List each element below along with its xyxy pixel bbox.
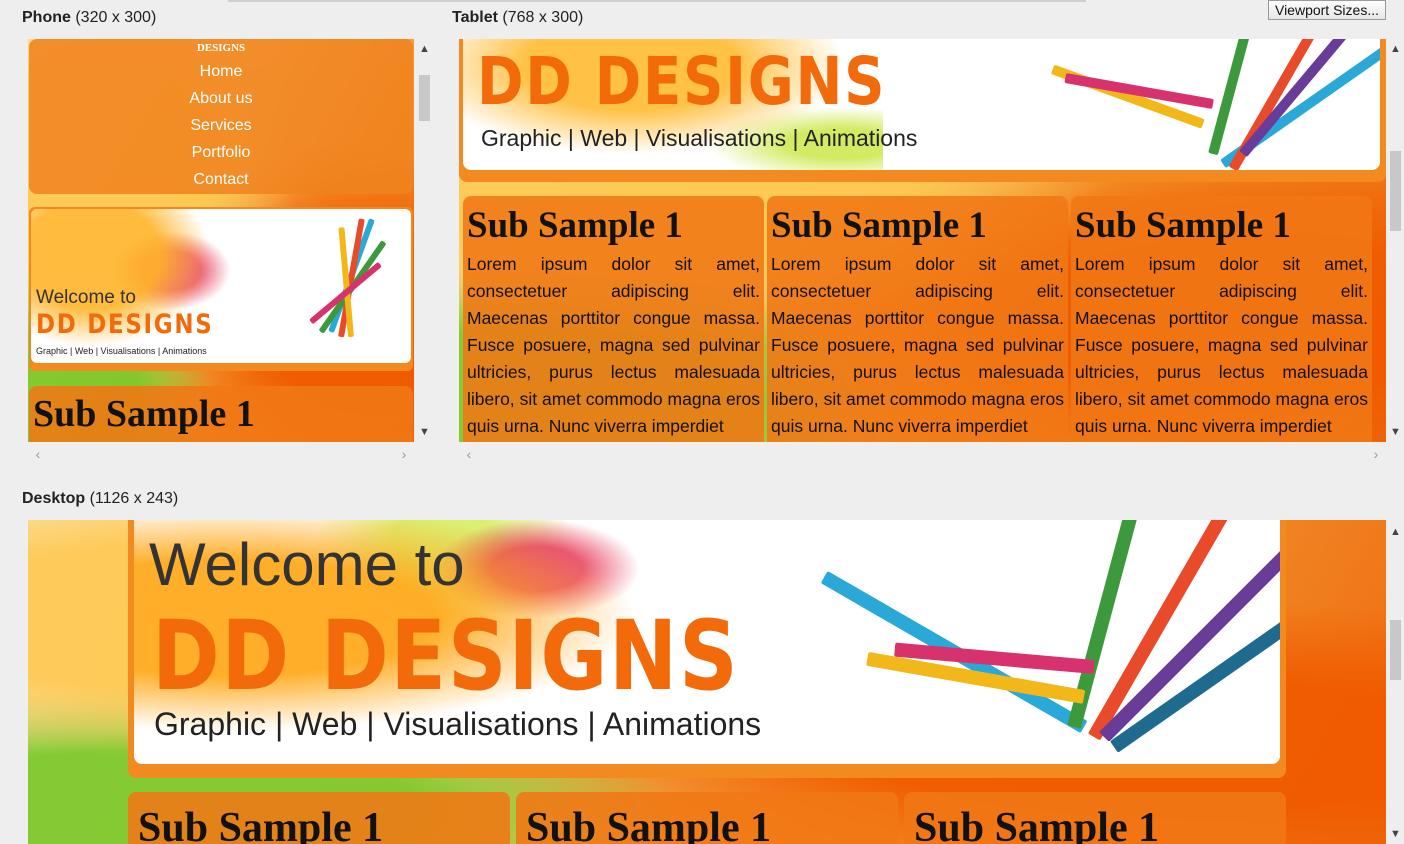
- tablet-pencils-image: [1050, 39, 1380, 170]
- tablet-column-1: Sub Sample 1 Lorem ipsum dolor sit amet,…: [463, 196, 764, 442]
- tablet-col2-text: Lorem ipsum dolor sit amet, consectetuer…: [771, 254, 1064, 436]
- desktop-pane-label: Desktop (1126 x 243): [22, 490, 178, 508]
- scroll-up-icon[interactable]: ▲: [416, 41, 433, 57]
- desktop-label-name: Desktop: [22, 490, 86, 507]
- desktop-brand-text: DD DESIGNS: [152, 600, 740, 712]
- desktop-col3-title: Sub Sample 1: [914, 805, 1160, 844]
- scroll-down-icon[interactable]: ▼: [1387, 424, 1404, 440]
- phone-horizontal-scrollbar[interactable]: ‹ ›: [28, 445, 414, 463]
- phone-nav-panel: DESIGNS Home About us Services Portfolio…: [29, 39, 413, 194]
- desktop-vertical-scrollbar[interactable]: ▲ ▼: [1387, 520, 1404, 844]
- phone-tagline: Graphic | Web | Visualisations | Animati…: [36, 346, 207, 356]
- phone-sub-panel: Sub Sample 1: [29, 386, 413, 442]
- desktop-column-3: Sub Sample 1: [904, 792, 1286, 844]
- tablet-col1-text: Lorem ipsum dolor sit amet, consectetuer…: [467, 254, 760, 436]
- phone-pane-label: Phone (320 x 300): [22, 9, 156, 27]
- phone-sub-title: Sub Sample 1: [33, 393, 255, 435]
- scroll-up-icon[interactable]: ▲: [1387, 41, 1404, 57]
- tablet-tagline: Graphic | Web | Visualisations | Animati…: [481, 125, 918, 151]
- tablet-scroll-thumb[interactable]: [1390, 151, 1401, 231]
- tablet-column-2: Sub Sample 1 Lorem ipsum dolor sit amet,…: [767, 196, 1068, 442]
- phone-logo-small: DESIGNS: [196, 42, 246, 54]
- top-divider: [228, 0, 1086, 2]
- tablet-column-3: Sub Sample 1 Lorem ipsum dolor sit amet,…: [1071, 196, 1372, 442]
- tablet-col2-title: Sub Sample 1: [771, 205, 987, 246]
- tablet-banner: DD DESIGNS Graphic | Web | Visualisation…: [463, 39, 1380, 170]
- tablet-col1-title: Sub Sample 1: [467, 205, 683, 246]
- desktop-banner: Welcome to DD DESIGNS Graphic | Web | Vi…: [134, 520, 1280, 764]
- phone-vertical-scrollbar[interactable]: ▲ ▼: [416, 39, 433, 442]
- nav-home[interactable]: Home: [29, 58, 413, 85]
- desktop-col2-title: Sub Sample 1: [526, 805, 772, 844]
- desktop-col1-title: Sub Sample 1: [138, 805, 384, 844]
- desktop-column-1: Sub Sample 1: [128, 792, 510, 844]
- nav-contact[interactable]: Contact: [29, 166, 413, 193]
- scroll-down-icon[interactable]: ▼: [416, 424, 433, 440]
- tablet-banner-frame: DD DESIGNS Graphic | Web | Visualisation…: [459, 39, 1386, 182]
- tablet-col3-text: Lorem ipsum dolor sit amet, consectetuer…: [1075, 254, 1368, 436]
- tablet-label-name: Tablet: [452, 9, 498, 26]
- phone-brand-text: DD DESIGNS: [36, 309, 214, 340]
- desktop-pencils-image: [820, 520, 1280, 764]
- tablet-horizontal-scrollbar[interactable]: ‹ ›: [459, 445, 1386, 463]
- desktop-banner-frame: Welcome to DD DESIGNS Graphic | Web | Vi…: [128, 520, 1286, 778]
- nav-about-us[interactable]: About us: [29, 85, 413, 112]
- phone-label-name: Phone: [22, 9, 71, 26]
- scroll-left-icon[interactable]: ‹: [30, 445, 46, 463]
- tablet-col3-title: Sub Sample 1: [1075, 205, 1291, 246]
- tablet-brand-text: DD DESIGNS: [477, 43, 887, 120]
- desktop-scroll-thumb[interactable]: [1390, 620, 1401, 680]
- phone-banner: Welcome to DD DESIGNS Graphic | Web | Vi…: [31, 209, 411, 363]
- viewport-sizes-button[interactable]: Viewport Sizes...: [1268, 0, 1386, 20]
- phone-label-size: (320 x 300): [75, 9, 157, 26]
- desktop-tagline: Graphic | Web | Visualisations | Animati…: [154, 706, 762, 742]
- tablet-vertical-scrollbar[interactable]: ▲ ▼: [1387, 39, 1404, 442]
- phone-scroll-thumb[interactable]: [419, 75, 430, 121]
- phone-banner-frame: Welcome to DD DESIGNS Graphic | Web | Vi…: [29, 207, 413, 371]
- scroll-left-icon[interactable]: ‹: [461, 445, 477, 463]
- desktop-viewport[interactable]: Welcome to DD DESIGNS Graphic | Web | Vi…: [28, 520, 1386, 844]
- scroll-right-icon[interactable]: ›: [1368, 445, 1384, 463]
- scroll-down-icon[interactable]: ▼: [1387, 826, 1404, 842]
- desktop-welcome-text: Welcome to: [149, 531, 465, 598]
- tablet-viewport[interactable]: DD DESIGNS Graphic | Web | Visualisation…: [459, 39, 1386, 442]
- phone-nav: Home About us Services Portfolio Contact: [29, 58, 413, 193]
- tablet-label-size: (768 x 300): [502, 9, 584, 26]
- nav-services[interactable]: Services: [29, 112, 413, 139]
- scroll-right-icon[interactable]: ›: [396, 445, 412, 463]
- desktop-label-size: (1126 x 243): [89, 490, 179, 507]
- desktop-column-2: Sub Sample 1: [516, 792, 898, 844]
- phone-welcome-text: Welcome to: [36, 287, 136, 308]
- phone-viewport[interactable]: DESIGNS Home About us Services Portfolio…: [28, 39, 414, 442]
- nav-portfolio[interactable]: Portfolio: [29, 139, 413, 166]
- phone-pencils-image: [271, 209, 411, 363]
- tablet-pane-label: Tablet (768 x 300): [452, 9, 583, 27]
- scroll-up-icon[interactable]: ▲: [1387, 524, 1404, 540]
